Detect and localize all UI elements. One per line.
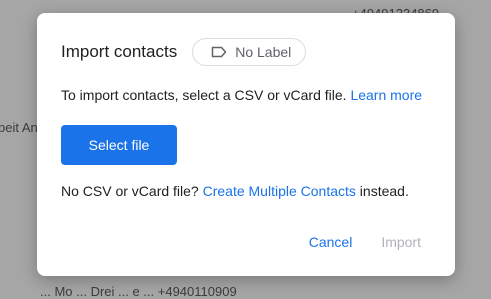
import-button[interactable]: Import bbox=[371, 228, 431, 256]
dialog-title: Import contacts bbox=[61, 42, 178, 61]
label-select-chip[interactable]: No Label bbox=[192, 38, 307, 66]
dialog-header: Import contacts No Label bbox=[61, 38, 307, 66]
create-multiple-contacts-link[interactable]: Create Multiple Contacts bbox=[203, 183, 356, 199]
label-outline-icon bbox=[211, 46, 235, 58]
select-file-button[interactable]: Select file bbox=[61, 125, 177, 165]
learn-more-link[interactable]: Learn more bbox=[350, 87, 422, 103]
cancel-button[interactable]: Cancel bbox=[299, 228, 363, 256]
label-chip-text: No Label bbox=[235, 44, 292, 60]
alt-suffix-text: instead. bbox=[359, 183, 409, 199]
alternative-line: No CSV or vCard file? Create Multiple Co… bbox=[61, 183, 409, 199]
alt-prefix-text: No CSV or vCard file? bbox=[61, 183, 199, 199]
description-text: To import contacts, select a CSV or vCar… bbox=[61, 87, 347, 103]
import-contacts-dialog: Import contacts No Label To import conta… bbox=[37, 13, 455, 276]
import-description: To import contacts, select a CSV or vCar… bbox=[61, 87, 422, 103]
background-row-text: beit An bbox=[0, 120, 38, 135]
dialog-actions: Cancel Import bbox=[299, 228, 431, 256]
